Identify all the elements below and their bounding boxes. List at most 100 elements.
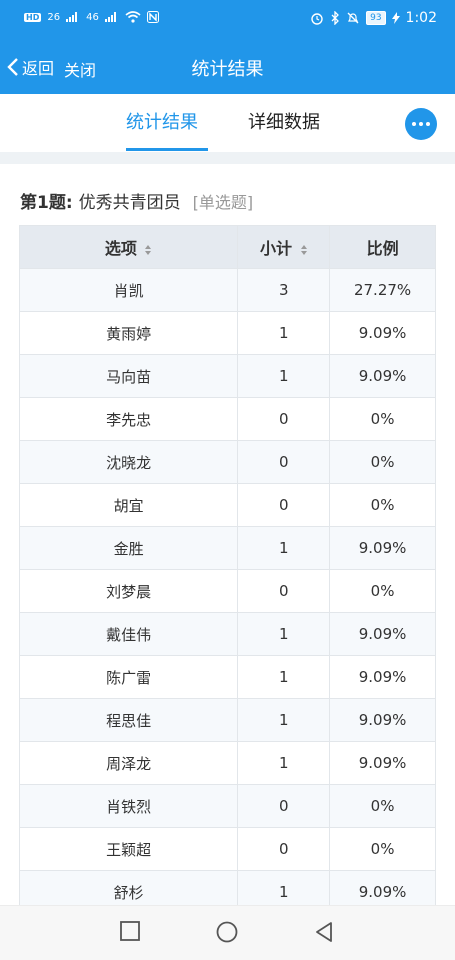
table-row: 周泽龙 1 9.09% <box>18 741 436 785</box>
percent-cell: 0% <box>329 784 436 828</box>
count-cell: 0 <box>237 569 331 613</box>
count-cell: 1 <box>237 655 331 699</box>
wifi-icon <box>125 11 141 23</box>
sort-icon <box>145 244 152 255</box>
table-row: 刘梦晨 0 0% <box>18 569 436 613</box>
system-nav-bar <box>0 905 455 960</box>
mute-icon <box>347 12 359 24</box>
percent-cell: 9.09% <box>329 311 436 355</box>
percent-cell: 0% <box>329 440 436 484</box>
more-dot-icon <box>412 122 416 126</box>
option-cell: 肖凯 <box>18 268 239 312</box>
table-header-row: 选项 小计 比例 <box>18 225 436 269</box>
option-cell: 肖铁烈 <box>18 784 239 828</box>
clock: 1:02 <box>405 10 437 26</box>
status-left: HD 26 46 <box>24 11 159 23</box>
percent-cell: 0% <box>329 483 436 527</box>
percent-cell: 9.09% <box>329 526 436 570</box>
page-title: 统计结果 <box>191 59 264 80</box>
nfc-icon <box>146 11 159 23</box>
table-row: 王颖超 0 0% <box>18 827 436 871</box>
count-cell: 0 <box>237 483 331 527</box>
question-title: 优秀共青团员 <box>78 193 181 213</box>
option-cell: 刘梦晨 <box>18 569 239 613</box>
recent-apps-icon[interactable] <box>120 921 140 941</box>
count-cell: 0 <box>237 397 331 441</box>
sort-icon <box>300 244 307 255</box>
option-cell: 马向苗 <box>18 354 239 398</box>
hd-badge: HD <box>24 12 42 22</box>
table-body: 肖凯 3 27.27% 黄雨婷 1 9.09% 马向苗 1 9.09% 李先忠 0 0% 沈晓龙… <box>18 268 436 914</box>
network-1-label: 26 <box>47 11 61 23</box>
table-row: 沈晓龙 0 0% <box>18 440 436 484</box>
count-cell: 0 <box>237 784 331 828</box>
status-bar: HD 26 46 93 1:02 <box>0 0 455 38</box>
percent-cell: 9.09% <box>329 698 436 742</box>
percent-cell: 9.09% <box>329 741 436 785</box>
percent-cell: 9.09% <box>329 354 436 398</box>
option-cell: 陈广雷 <box>18 655 239 699</box>
signal-icon <box>104 12 116 22</box>
count-cell: 3 <box>237 268 331 312</box>
table-row: 戴佳伟 1 9.09% <box>18 612 436 656</box>
option-cell: 黄雨婷 <box>18 311 239 355</box>
more-options-button[interactable] <box>405 108 437 140</box>
option-cell: 沈晓龙 <box>18 440 239 484</box>
battery-indicator: 93 <box>366 11 386 25</box>
count-cell: 1 <box>237 311 331 355</box>
percent-cell: 0% <box>329 397 436 441</box>
bluetooth-icon <box>331 11 340 25</box>
table-row: 黄雨婷 1 9.09% <box>18 311 436 355</box>
table-row: 陈广雷 1 9.09% <box>18 655 436 699</box>
count-cell: 1 <box>237 612 331 656</box>
charging-icon <box>391 12 400 24</box>
more-dot-icon <box>419 122 423 126</box>
table-row: 胡宜 0 0% <box>18 483 436 527</box>
percent-cell: 9.09% <box>329 612 436 656</box>
table-row: 肖凯 3 27.27% <box>18 268 436 312</box>
status-right: 93 1:02 <box>310 10 437 26</box>
header-option[interactable]: 选项 <box>18 225 239 269</box>
tab-details[interactable]: 详细数据 <box>248 108 320 134</box>
option-cell: 程思佳 <box>18 698 239 742</box>
question-number: 第1题: <box>20 193 73 213</box>
tab-statistics[interactable]: 统计结果 <box>126 108 198 134</box>
header-percent-label: 比例 <box>366 239 399 258</box>
results-table: 选项 小计 比例 肖凯 3 27.27% 黄雨婷 1 9.09% 马向苗 1 9.09% 李… <box>18 225 436 914</box>
count-cell: 1 <box>237 354 331 398</box>
question-header: 第1题: 优秀共青团员 [单选题] <box>20 188 253 213</box>
percent-cell: 0% <box>329 569 436 613</box>
table-row: 李先忠 0 0% <box>18 397 436 441</box>
nav-bar: 返回 关闭 统计结果 <box>0 38 455 94</box>
more-dot-icon <box>426 122 430 126</box>
back-nav-icon[interactable] <box>314 921 334 943</box>
percent-cell: 0% <box>329 827 436 871</box>
percent-cell: 27.27% <box>329 268 436 312</box>
option-cell: 戴佳伟 <box>18 612 239 656</box>
tab-bar: 统计结果 详细数据 <box>0 94 455 152</box>
count-cell: 1 <box>237 741 331 785</box>
count-cell: 0 <box>237 827 331 871</box>
count-cell: 1 <box>237 526 331 570</box>
header-count[interactable]: 小计 <box>237 225 331 269</box>
count-cell: 1 <box>237 698 331 742</box>
table-row: 马向苗 1 9.09% <box>18 354 436 398</box>
option-cell: 王颖超 <box>18 827 239 871</box>
alarm-icon <box>311 13 323 25</box>
header-option-label: 选项 <box>104 239 137 258</box>
section-divider <box>0 152 455 164</box>
option-cell: 周泽龙 <box>18 741 239 785</box>
table-row: 肖铁烈 0 0% <box>18 784 436 828</box>
active-tab-indicator <box>126 148 208 151</box>
signal-icon <box>66 12 78 22</box>
option-cell: 李先忠 <box>18 397 239 441</box>
table-row: 金胜 1 9.09% <box>18 526 436 570</box>
network-2-label: 46 <box>86 11 99 23</box>
header-count-label: 小计 <box>259 239 292 258</box>
header-percent: 比例 <box>329 225 436 269</box>
option-cell: 胡宜 <box>18 483 239 527</box>
count-cell: 0 <box>237 440 331 484</box>
percent-cell: 9.09% <box>329 655 436 699</box>
option-cell: 金胜 <box>18 526 239 570</box>
home-icon[interactable] <box>216 921 238 943</box>
